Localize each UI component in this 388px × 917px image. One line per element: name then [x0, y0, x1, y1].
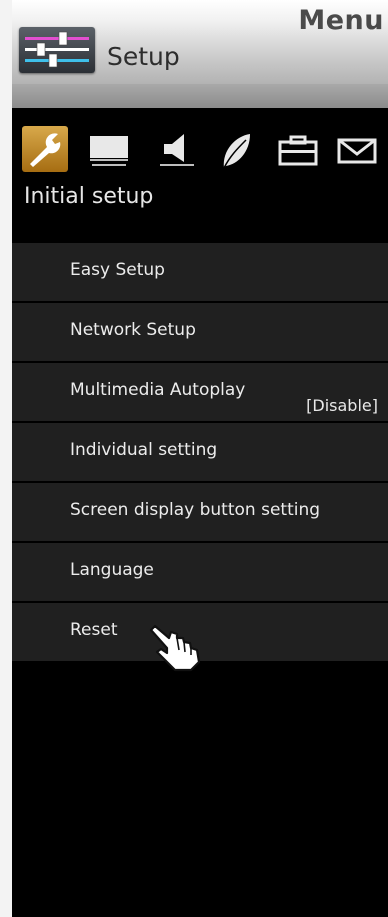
menu-item-individual-setting[interactable]: Individual setting [12, 423, 388, 481]
menu-item-label: Multimedia Autoplay [70, 380, 246, 400]
menu-title: Menu [298, 5, 384, 36]
speaker-icon[interactable] [154, 128, 200, 172]
header-bar [12, 84, 388, 108]
sliders-icon [19, 27, 95, 73]
category-label: Initial setup [24, 184, 154, 209]
wrench-icon[interactable] [22, 126, 68, 172]
menu-header: Menu Setup [12, 0, 388, 108]
pointing-hand-cursor [147, 622, 207, 676]
envelope-icon[interactable] [334, 128, 380, 172]
menu-item-language[interactable]: Language [12, 543, 388, 601]
menu-item-easy-setup[interactable]: Easy Setup [12, 243, 388, 301]
menu-item-label: Easy Setup [70, 260, 165, 280]
setup-menu-panel: Menu Setup Initial setup Easy Setup Netw… [12, 0, 388, 917]
menu-item-network-setup[interactable]: Network Setup [12, 303, 388, 361]
menu-item-label: Reset [70, 620, 118, 640]
toolbox-icon[interactable] [276, 128, 320, 172]
menu-item-label: Language [70, 560, 154, 580]
leaf-icon[interactable] [216, 128, 256, 172]
monitor-icon[interactable] [86, 128, 132, 172]
menu-item-label: Screen display button setting [70, 500, 321, 520]
menu-item-multimedia-autoplay[interactable]: Multimedia Autoplay [Disable] [12, 363, 388, 421]
menu-item-value: [Disable] [306, 396, 378, 415]
section-title: Setup [107, 42, 180, 71]
menu-item-screen-display-button-setting[interactable]: Screen display button setting [12, 483, 388, 541]
menu-item-label: Network Setup [70, 320, 196, 340]
category-tabs: Initial setup [12, 112, 388, 240]
menu-list: Easy Setup Network Setup Multimedia Auto… [12, 243, 388, 663]
menu-item-label: Individual setting [70, 440, 218, 460]
